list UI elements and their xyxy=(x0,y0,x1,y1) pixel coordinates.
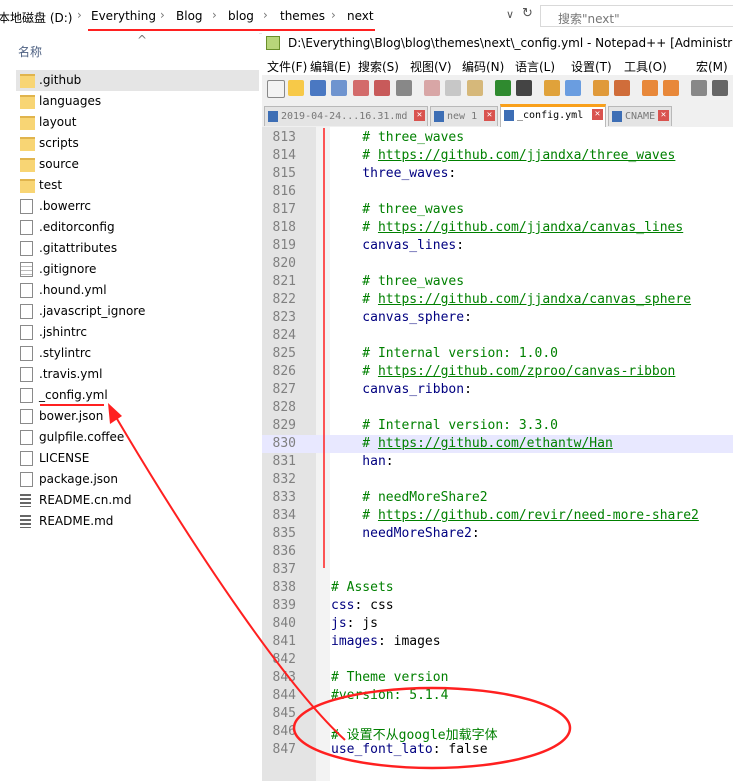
annotation-overlay xyxy=(40,29,572,770)
highlight-circle xyxy=(292,686,572,770)
arrow-head-icon xyxy=(108,403,122,424)
annotation-arrow xyxy=(109,406,346,741)
